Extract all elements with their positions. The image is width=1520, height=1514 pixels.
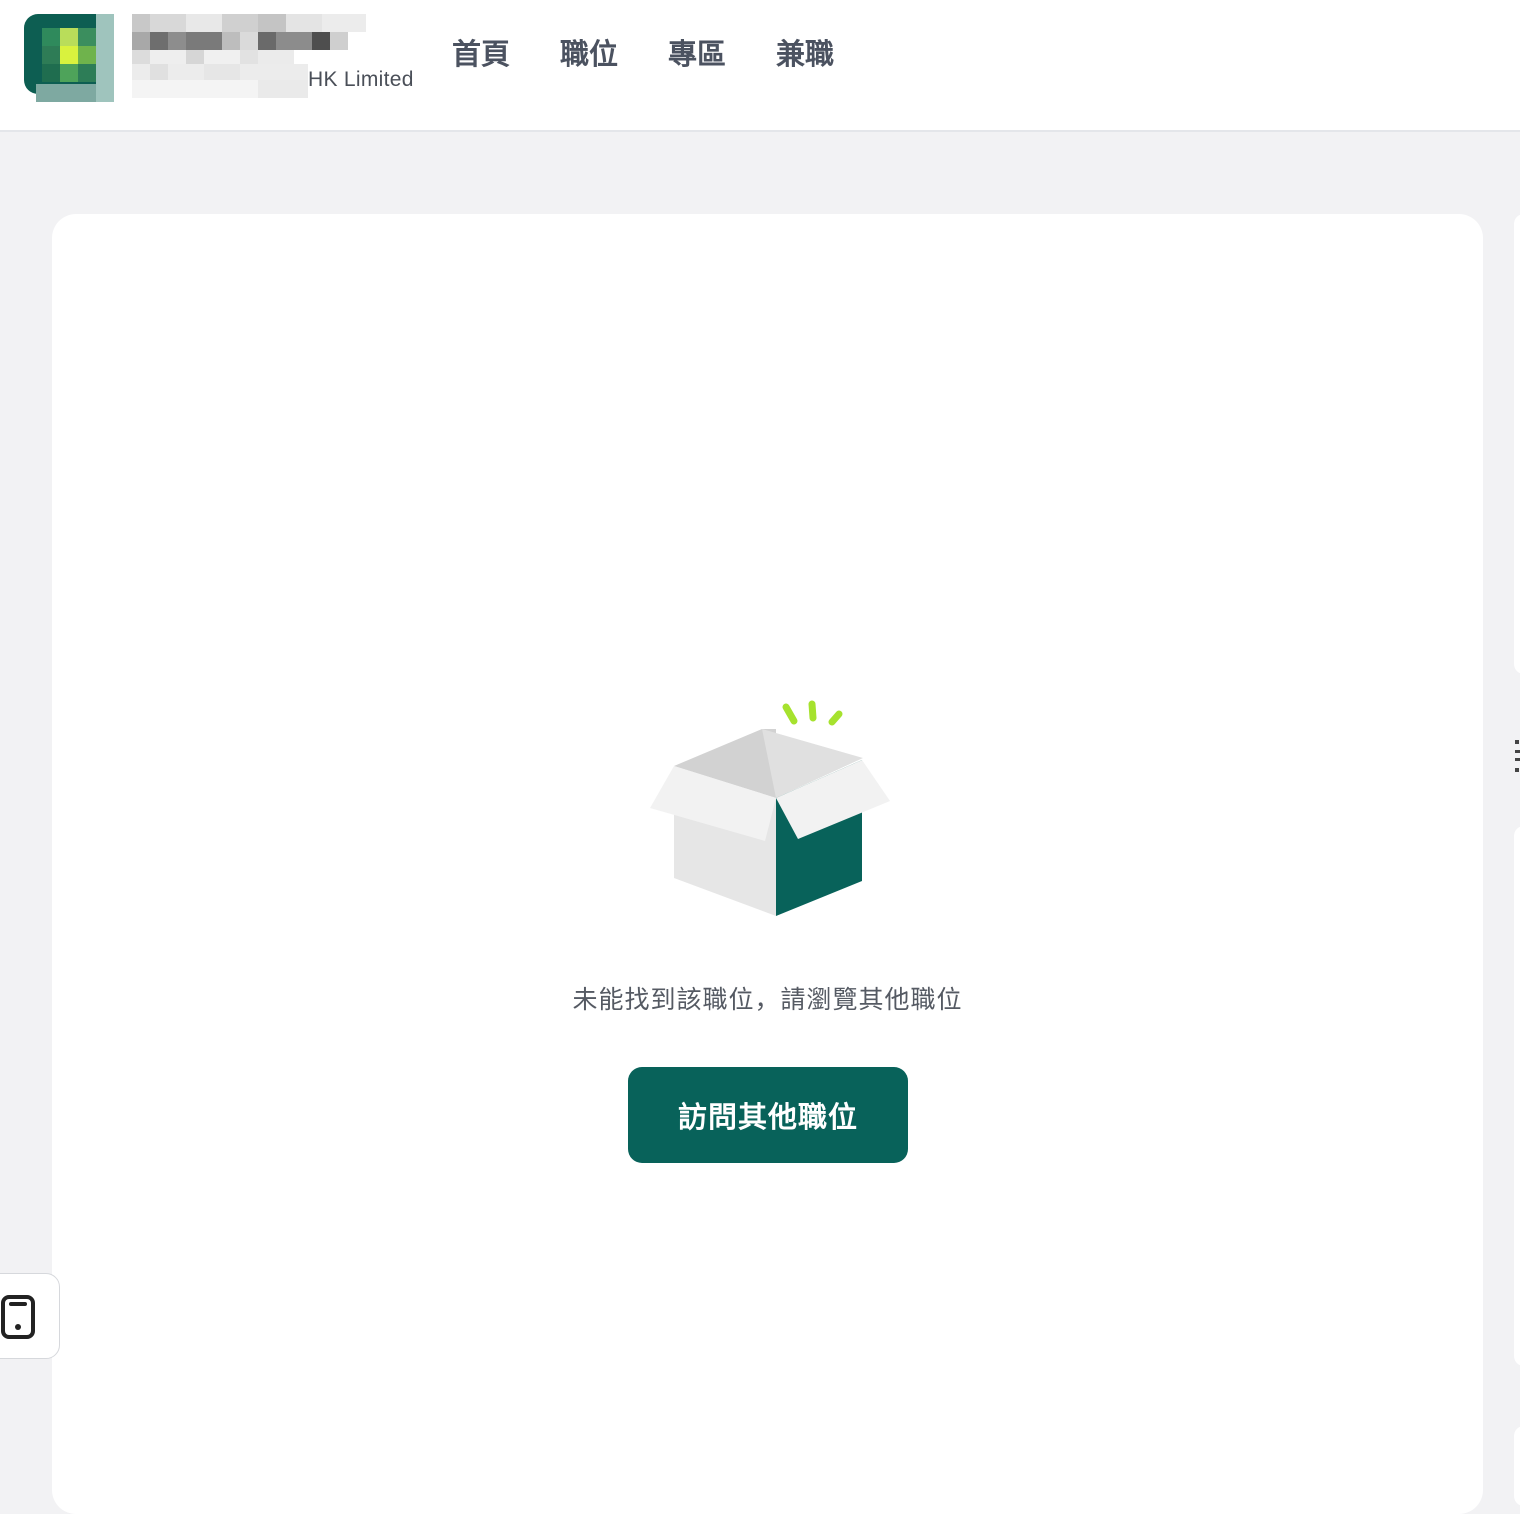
side-panel-glyph — [1515, 740, 1520, 772]
nav-zone[interactable]: 專區 — [668, 34, 726, 74]
side-panel-card — [1514, 214, 1520, 674]
company-logo-icon[interactable] — [24, 14, 114, 102]
nav-home[interactable]: 首頁 — [452, 34, 510, 74]
empty-state-message: 未能找到該職位，請瀏覽其他職位 — [572, 985, 963, 1014]
mobile-phone-icon — [1, 1295, 35, 1339]
company-subtitle: HK Limited — [308, 68, 414, 91]
open-empty-box-icon — [650, 700, 890, 916]
site-header: HK Limited 首頁 職位 專區 兼職 — [0, 0, 1520, 132]
nav-part-time[interactable]: 兼職 — [776, 34, 834, 74]
side-panel-card — [1514, 1426, 1520, 1506]
side-panel-card — [1514, 826, 1520, 1366]
browse-other-jobs-button[interactable]: 訪問其他職位 — [628, 1067, 908, 1163]
mobile-app-tab[interactable] — [0, 1273, 60, 1359]
main-nav: 首頁 職位 專區 兼職 — [452, 34, 834, 74]
nav-jobs[interactable]: 職位 — [560, 34, 618, 74]
